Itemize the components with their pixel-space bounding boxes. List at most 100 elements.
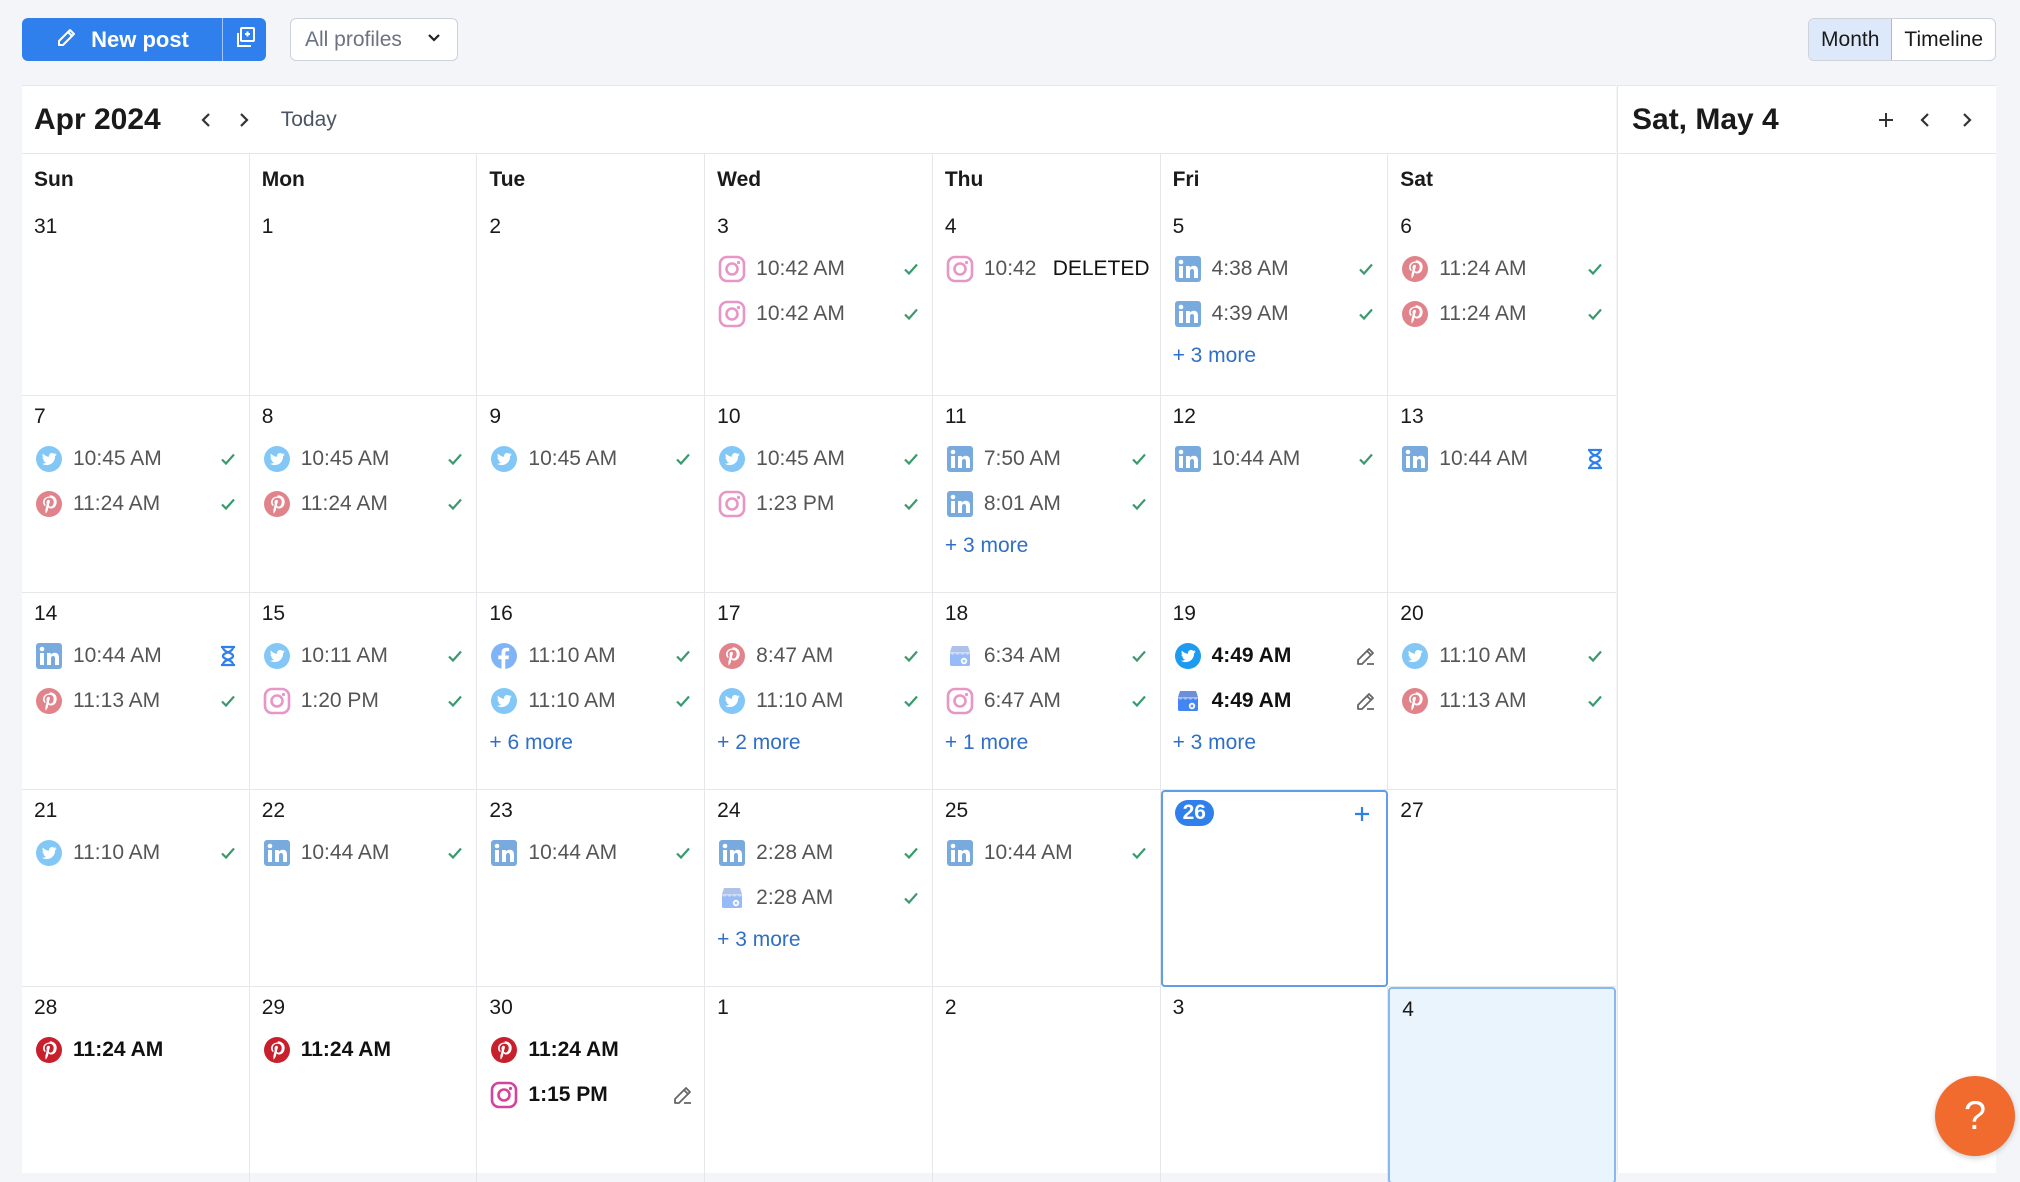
- post-item[interactable]: 11:24 AM: [1400, 246, 1606, 291]
- calendar-day-cell[interactable]: 29 11:24 AM: [250, 987, 478, 1182]
- post-item[interactable]: 11:24 AM: [489, 1027, 694, 1072]
- post-item[interactable]: 11:10 AM: [489, 678, 694, 723]
- calendar-day-cell[interactable]: 4: [1388, 987, 1616, 1182]
- calendar-day-cell[interactable]: 10 10:45 AM 1:23 PM: [705, 396, 933, 593]
- calendar-day-cell[interactable]: 23 10:44 AM: [477, 790, 706, 987]
- post-item[interactable]: 6:47 AM: [945, 678, 1150, 723]
- post-item[interactable]: 10:44 AM: [1173, 436, 1378, 481]
- calendar-day-cell[interactable]: 15 10:11 AM 1:20 PM: [249, 593, 478, 790]
- calendar-day-cell[interactable]: 14 10:44 AM 11:13 AM: [22, 593, 250, 790]
- post-item[interactable]: 8:01 AM: [945, 481, 1150, 526]
- calendar-day-cell[interactable]: 24 2:28 AM 2:28 AM + 3 more: [705, 790, 933, 987]
- post-item[interactable]: 11:24 AM: [262, 481, 467, 526]
- post-item[interactable]: 11:13 AM: [1400, 678, 1606, 723]
- post-item[interactable]: 10:45 AM: [717, 436, 922, 481]
- more-posts-link[interactable]: + 2 more: [717, 723, 922, 763]
- post-item[interactable]: 10:11 AM: [262, 633, 467, 678]
- post-item[interactable]: 1:15 PM: [489, 1072, 694, 1117]
- post-item[interactable]: 10:45 AM: [489, 436, 694, 481]
- view-month-button[interactable]: Month: [1809, 19, 1893, 60]
- edit-icon[interactable]: [1355, 690, 1377, 712]
- calendar-day-cell[interactable]: 21 11:10 AM: [22, 790, 250, 987]
- post-item[interactable]: 11:24 AM: [1400, 291, 1606, 336]
- calendar-day-cell[interactable]: 5 4:38 AM 4:39 AM + 3 more: [1160, 206, 1389, 396]
- edit-icon[interactable]: [672, 1084, 694, 1106]
- next-day-button[interactable]: [1946, 102, 1986, 138]
- view-timeline-button[interactable]: Timeline: [1892, 19, 1995, 60]
- calendar-day-cell[interactable]: 9 10:45 AM: [477, 396, 706, 593]
- calendar-day-cell[interactable]: 20 11:10 AM 11:13 AM: [1388, 593, 1616, 790]
- calendar-day-cell[interactable]: 18 6:34 AM 6:47 AM + 1 more: [932, 593, 1161, 790]
- post-item[interactable]: 6:34 AM: [945, 633, 1150, 678]
- post-item[interactable]: 1:20 PM: [262, 678, 467, 723]
- calendar-day-cell[interactable]: 26: [1160, 790, 1389, 987]
- today-button[interactable]: Today: [281, 108, 337, 132]
- post-item[interactable]: 11:24 AM: [34, 481, 239, 526]
- post-item[interactable]: 11:10 AM: [717, 678, 922, 723]
- post-item[interactable]: 10:42 AM: [717, 246, 922, 291]
- post-item[interactable]: 10:44 AM: [489, 830, 694, 875]
- post-item[interactable]: 7:50 AM: [945, 436, 1150, 481]
- post-item[interactable]: 11:10 AM: [489, 633, 694, 678]
- calendar-day-cell[interactable]: 30 11:24 AM 1:15 PM: [477, 987, 706, 1182]
- post-item[interactable]: 4:49 AM: [1173, 678, 1378, 723]
- post-item[interactable]: 11:13 AM: [34, 678, 239, 723]
- post-item[interactable]: 1:23 PM: [717, 481, 922, 526]
- post-item[interactable]: 4:38 AM: [1173, 246, 1378, 291]
- more-posts-link[interactable]: + 6 more: [489, 723, 694, 763]
- calendar-day-cell[interactable]: 4 10:42 DELETED: [932, 206, 1161, 396]
- profiles-dropdown[interactable]: All profiles: [290, 18, 458, 61]
- post-item[interactable]: 10:42 AM: [717, 291, 922, 336]
- calendar-day-cell[interactable]: 1: [705, 987, 933, 1182]
- help-button[interactable]: ?: [1935, 1076, 2015, 1156]
- calendar-day-cell[interactable]: 7 10:45 AM 11:24 AM: [22, 396, 250, 593]
- calendar-day-cell[interactable]: 8 10:45 AM 11:24 AM: [249, 396, 478, 593]
- post-item[interactable]: 8:47 AM: [717, 633, 922, 678]
- post-item[interactable]: 11:24 AM: [34, 1027, 239, 1072]
- calendar-day-cell[interactable]: 31: [22, 206, 250, 396]
- calendar-day-cell[interactable]: 1: [249, 206, 478, 396]
- new-post-button[interactable]: New post: [22, 18, 222, 61]
- calendar-day-cell[interactable]: 16 11:10 AM 11:10 AM + 6 more: [477, 593, 706, 790]
- post-item[interactable]: 2:28 AM: [717, 830, 922, 875]
- post-item[interactable]: 11:10 AM: [34, 830, 239, 875]
- calendar-day-cell[interactable]: 11 7:50 AM 8:01 AM + 3 more: [932, 396, 1161, 593]
- post-item[interactable]: 10:44 AM: [945, 830, 1150, 875]
- calendar-day-cell[interactable]: 19 4:49 AM 4:49 AM + 3 more: [1160, 593, 1389, 790]
- calendar-day-cell[interactable]: 25 10:44 AM: [932, 790, 1161, 987]
- post-item[interactable]: 10:44 AM: [1400, 436, 1606, 481]
- post-item[interactable]: 10:44 AM: [262, 830, 467, 875]
- calendar-day-cell[interactable]: 3: [1161, 987, 1389, 1182]
- post-item[interactable]: 10:45 AM: [262, 436, 467, 481]
- post-item[interactable]: 10:42 DELETED: [945, 246, 1150, 291]
- add-post-day-button[interactable]: [1866, 102, 1906, 138]
- calendar-day-cell[interactable]: 6 11:24 AM 11:24 AM: [1388, 206, 1616, 396]
- more-posts-link[interactable]: + 3 more: [1173, 723, 1378, 763]
- post-item[interactable]: 11:10 AM: [1400, 633, 1606, 678]
- calendar-day-cell[interactable]: 2: [477, 206, 706, 396]
- calendar-day-cell[interactable]: 27: [1388, 790, 1616, 987]
- post-item[interactable]: 4:39 AM: [1173, 291, 1378, 336]
- post-item[interactable]: 2:28 AM: [717, 875, 922, 920]
- post-item[interactable]: 10:44 AM: [34, 633, 239, 678]
- more-posts-link[interactable]: + 3 more: [717, 920, 922, 960]
- previous-day-button[interactable]: [1906, 102, 1946, 138]
- duplicate-post-button[interactable]: [222, 18, 266, 61]
- post-item[interactable]: 4:49 AM: [1173, 633, 1378, 678]
- calendar-day-cell[interactable]: 13 10:44 AM: [1388, 396, 1616, 593]
- post-item[interactable]: 10:45 AM: [34, 436, 239, 481]
- edit-icon[interactable]: [1355, 645, 1377, 667]
- previous-month-button[interactable]: [189, 102, 225, 138]
- calendar-day-cell[interactable]: 17 8:47 AM 11:10 AM + 2 more: [705, 593, 933, 790]
- calendar-day-cell[interactable]: 12 10:44 AM: [1160, 396, 1389, 593]
- more-posts-link[interactable]: + 3 more: [945, 526, 1150, 566]
- more-posts-link[interactable]: + 1 more: [945, 723, 1150, 763]
- more-posts-link[interactable]: + 3 more: [1173, 336, 1378, 376]
- add-post-button[interactable]: [1352, 802, 1372, 828]
- next-month-button[interactable]: [225, 102, 261, 138]
- calendar-day-cell[interactable]: 22 10:44 AM: [249, 790, 478, 987]
- calendar-day-cell[interactable]: 3 10:42 AM 10:42 AM: [705, 206, 933, 396]
- calendar-day-cell[interactable]: 2: [933, 987, 1161, 1182]
- calendar-day-cell[interactable]: 28 11:24 AM: [22, 987, 250, 1182]
- post-item[interactable]: 11:24 AM: [262, 1027, 467, 1072]
